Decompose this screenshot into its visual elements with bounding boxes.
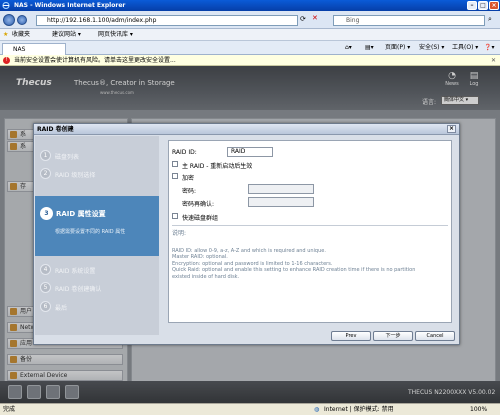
raid-id-value: RAID <box>231 148 246 155</box>
page-menu[interactable]: 页面(P) ▾ <box>385 41 410 55</box>
password-input[interactable] <box>248 184 314 194</box>
tab-bar: NAS ⌂▾ ▤▾ 页面(P) ▾ 安全(S) ▾ 工具(O) ▾ ❓▾ <box>0 41 500 55</box>
window-title: NAS - Windows Internet Explorer <box>14 2 126 9</box>
favorites-label[interactable]: 收藏夹 <box>12 29 30 41</box>
window-titlebar: NAS - Windows Internet Explorer – □ × <box>0 0 500 11</box>
next-button[interactable]: 下一步 <box>373 331 413 341</box>
maximize-button[interactable]: □ <box>478 1 488 10</box>
close-window-button[interactable]: × <box>489 1 499 10</box>
safety-menu[interactable]: 安全(S) ▾ <box>419 41 444 55</box>
security-zone: Internet | 保护模式: 禁用 <box>324 406 394 413</box>
refresh-icon[interactable]: ⟳ <box>300 15 306 23</box>
step-number: 2 <box>40 168 51 179</box>
back-icon[interactable] <box>3 14 15 26</box>
zoom-level[interactable]: 100% <box>470 404 487 415</box>
step-label: 最后 <box>55 305 68 312</box>
raid-properties-form: RAID ID: RAID 主 RAID - 重新启动后生效 加密 密码: 密码… <box>168 140 452 323</box>
notes-heading: 说明: <box>172 230 187 237</box>
search-input[interactable]: Bing <box>333 15 485 26</box>
step-number: 5 <box>40 282 51 293</box>
dialog-header: RAID 卷创建 × <box>34 124 459 135</box>
raid-id-label: RAID ID: <box>172 149 197 156</box>
quick-raid-checkbox[interactable] <box>172 213 178 219</box>
favorites-star-icon[interactable]: ★ <box>3 29 8 41</box>
step-description: 根据需要设置不同的 RAID 属性 <box>55 229 126 235</box>
stop-icon[interactable]: ✕ <box>312 14 318 22</box>
url-text: http://192.168.1.100/adm/index.php <box>47 17 157 24</box>
favorites-item[interactable]: 网页快讯库 ▾ <box>98 29 133 41</box>
globe-icon: ◍ <box>314 406 320 413</box>
tab-label: NAS <box>13 46 26 53</box>
favorites-bar: ★ 收藏夹 建议网站 ▾ 网页快讯库 ▾ <box>0 29 500 41</box>
master-raid-label: 主 RAID - 重新启动后生效 <box>182 163 253 170</box>
cancel-button[interactable]: Cancel <box>415 331 455 341</box>
step-label: RAID 卷创建确认 <box>55 286 102 293</box>
status-bar: 完成 ◍ Internet | 保护模式: 禁用 100% <box>0 403 500 415</box>
step-number: 3 <box>40 207 53 220</box>
step-label: 磁盘列表 <box>55 154 80 161</box>
forward-icon[interactable] <box>17 15 27 25</box>
help-menu[interactable]: ❓▾ <box>484 41 494 55</box>
step-label: RAID 级别选择 <box>55 172 96 179</box>
note-line: existed inside of hard disk. <box>172 273 240 280</box>
status-text: 完成 <box>3 406 16 413</box>
url-input[interactable]: http://192.168.1.100/adm/index.php <box>36 15 298 26</box>
tab-nas[interactable]: NAS <box>2 43 66 55</box>
infobar-close-icon[interactable]: ✕ <box>491 55 496 66</box>
note-line: Quick Raid: optional and enable this set… <box>172 267 416 274</box>
favorites-item[interactable]: 建议网站 ▾ <box>52 29 81 41</box>
search-placeholder: Bing <box>346 17 360 24</box>
step-label: RAID 属性设置 <box>56 210 106 218</box>
infobar-text: 当前安全设置会使计算机有风险。请单击这里更改安全设置... <box>14 57 176 64</box>
raid-id-input[interactable]: RAID <box>227 147 273 157</box>
form-divider <box>172 225 448 226</box>
security-infobar[interactable]: ! 当前安全设置会使计算机有风险。请单击这里更改安全设置... ✕ <box>0 55 500 66</box>
step-number: 4 <box>40 264 51 275</box>
encrypt-checkbox[interactable] <box>172 173 178 179</box>
step-label: RAID 系统设置 <box>55 268 96 275</box>
feeds-icon[interactable]: ▤▾ <box>365 41 374 55</box>
note-line: Encryption: optional and password is lim… <box>172 260 333 267</box>
wizard-step-3-active: 3 RAID 属性设置 根据需要设置不同的 RAID 属性 <box>35 196 159 256</box>
password-confirm-input[interactable] <box>248 197 314 207</box>
prev-button[interactable]: Prev <box>331 331 371 341</box>
home-icon[interactable]: ⌂▾ <box>345 41 352 55</box>
warning-icon: ! <box>3 57 10 64</box>
minimize-button[interactable]: – <box>467 1 477 10</box>
master-raid-checkbox[interactable] <box>172 161 178 167</box>
encrypt-label: 加密 <box>182 175 195 182</box>
note-line: RAID ID: allow 0-9, a-z, A-Z and which i… <box>172 247 326 254</box>
raid-create-dialog: RAID 卷创建 × 1 磁盘列表 2 RAID 级别选择 3 RAID 属性设… <box>33 123 460 345</box>
password-label: 密码: <box>182 188 197 195</box>
dialog-close-icon[interactable]: × <box>447 125 456 133</box>
password-confirm-label: 密码再确认: <box>182 201 215 208</box>
help-notes: 说明: RAID ID: allow 0-9, a-z, A-Z and whi… <box>172 230 448 281</box>
ie-logo-icon <box>2 2 10 9</box>
wizard-steps: 1 磁盘列表 2 RAID 级别选择 3 RAID 属性设置 根据需要设置不同的… <box>35 136 159 335</box>
tools-menu[interactable]: 工具(O) ▾ <box>452 41 478 55</box>
search-icon[interactable]: ⌕ <box>488 15 492 24</box>
quick-raid-label: 快速磁盘群组 <box>182 215 219 222</box>
step-number: 6 <box>40 301 51 312</box>
dialog-title: RAID 卷创建 <box>37 126 74 133</box>
step-number: 1 <box>40 150 51 161</box>
address-bar: http://192.168.1.100/adm/index.php ⟳ ✕ B… <box>0 11 500 29</box>
note-line: Master RAID: optional. <box>172 254 228 261</box>
